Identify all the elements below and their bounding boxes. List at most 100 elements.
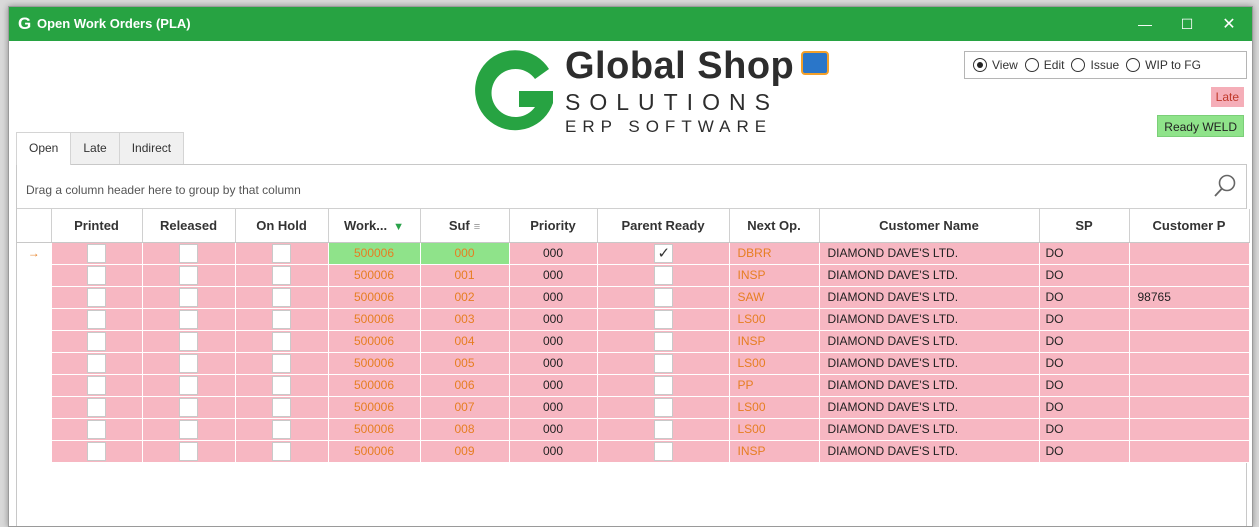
mode-view[interactable]: View: [973, 58, 1018, 72]
column-header-next-op[interactable]: Next Op.: [729, 209, 820, 243]
printed-checkbox[interactable]: [87, 243, 106, 263]
cell-sp[interactable]: DO: [1039, 330, 1130, 353]
cell-sp[interactable]: DO: [1039, 308, 1130, 331]
cell-suffix[interactable]: 007: [420, 396, 510, 419]
minimize-button[interactable]: —: [1126, 7, 1164, 41]
released-checkbox[interactable]: [179, 353, 198, 373]
cell-suffix[interactable]: 005: [420, 352, 510, 375]
printed-checkbox[interactable]: [87, 375, 106, 395]
cell-work-order[interactable]: 500006: [328, 374, 421, 397]
cell-customer-p[interactable]: [1129, 440, 1250, 463]
cell-next-op[interactable]: LS00: [729, 352, 820, 375]
parent-ready-checkbox[interactable]: [653, 265, 673, 285]
cell-suffix[interactable]: 002: [420, 286, 510, 309]
column-header-priority[interactable]: Priority: [509, 209, 598, 243]
cell-work-order[interactable]: 500006: [328, 440, 421, 463]
on-hold-checkbox[interactable]: [272, 309, 291, 329]
table-row[interactable]: 500006 009 000 INSP DIAMOND DAVE'S LTD. DO: [17, 440, 1250, 463]
cell-customer-name[interactable]: DIAMOND DAVE'S LTD.: [819, 374, 1040, 397]
parent-ready-checkbox[interactable]: [653, 309, 673, 329]
on-hold-checkbox[interactable]: [272, 243, 291, 263]
table-row[interactable]: 500006 006 000 PP DIAMOND DAVE'S LTD. DO: [17, 374, 1250, 397]
cell-work-order[interactable]: 500006: [328, 242, 421, 265]
released-checkbox[interactable]: [179, 265, 198, 285]
released-checkbox[interactable]: [179, 441, 198, 461]
tab-open[interactable]: Open: [16, 132, 72, 165]
cell-next-op[interactable]: LS00: [729, 396, 820, 419]
table-row[interactable]: 500006 003 000 LS00 DIAMOND DAVE'S LTD. DO: [17, 308, 1250, 331]
radio-icon[interactable]: [1126, 58, 1141, 72]
cell-customer-p[interactable]: [1129, 242, 1250, 265]
cell-next-op[interactable]: LS00: [729, 308, 820, 331]
cell-priority[interactable]: 000: [509, 264, 598, 287]
tab-late[interactable]: Late: [70, 132, 120, 164]
cell-customer-p[interactable]: [1129, 396, 1250, 419]
maximize-button[interactable]: ☐: [1168, 7, 1206, 41]
cell-customer-p[interactable]: [1129, 330, 1250, 353]
cell-work-order[interactable]: 500006: [328, 286, 421, 309]
cell-customer-name[interactable]: DIAMOND DAVE'S LTD.: [819, 396, 1040, 419]
cell-priority[interactable]: 000: [509, 418, 598, 441]
on-hold-checkbox[interactable]: [272, 441, 291, 461]
cell-customer-name[interactable]: DIAMOND DAVE'S LTD.: [819, 308, 1040, 331]
group-by-area[interactable]: Drag a column header here to group by th…: [17, 165, 1246, 209]
released-checkbox[interactable]: [179, 331, 198, 351]
table-row[interactable]: →500006000000DBRRDIAMOND DAVE'S LTD.DO: [17, 242, 1250, 265]
on-hold-checkbox[interactable]: [272, 375, 291, 395]
cell-work-order[interactable]: 500006: [328, 264, 421, 287]
parent-ready-checkbox[interactable]: [653, 287, 673, 307]
printed-checkbox[interactable]: [87, 287, 106, 307]
on-hold-checkbox[interactable]: [272, 331, 291, 351]
cell-priority[interactable]: 000: [509, 308, 598, 331]
cell-priority[interactable]: 000: [509, 396, 598, 419]
cell-next-op[interactable]: INSP: [729, 440, 820, 463]
mode-wip-to-fg[interactable]: WIP to FG: [1126, 58, 1201, 72]
cell-sp[interactable]: DO: [1039, 242, 1130, 265]
printed-checkbox[interactable]: [87, 331, 106, 351]
printed-checkbox[interactable]: [87, 419, 106, 439]
mode-edit[interactable]: Edit: [1024, 58, 1064, 72]
on-hold-checkbox[interactable]: [272, 353, 291, 373]
cell-sp[interactable]: DO: [1039, 264, 1130, 287]
on-hold-checkbox[interactable]: [272, 397, 291, 417]
parent-ready-checkbox[interactable]: [653, 353, 673, 373]
on-hold-checkbox[interactable]: [272, 419, 291, 439]
cell-next-op[interactable]: SAW: [729, 286, 820, 309]
cell-customer-p[interactable]: [1129, 374, 1250, 397]
cell-customer-p[interactable]: [1129, 264, 1250, 287]
column-header-customer-p[interactable]: Customer P: [1129, 209, 1250, 243]
cell-next-op[interactable]: LS00: [729, 418, 820, 441]
cell-customer-name[interactable]: DIAMOND DAVE'S LTD.: [819, 418, 1040, 441]
cell-customer-name[interactable]: DIAMOND DAVE'S LTD.: [819, 242, 1040, 265]
cell-work-order[interactable]: 500006: [328, 396, 421, 419]
printed-checkbox[interactable]: [87, 353, 106, 373]
cell-customer-p[interactable]: 98765: [1129, 286, 1250, 309]
column-header-work[interactable]: Work... ▼: [328, 209, 421, 243]
released-checkbox[interactable]: [179, 287, 198, 307]
titlebar[interactable]: G Open Work Orders (PLA) — ☐ ✕: [9, 7, 1252, 41]
printed-checkbox[interactable]: [87, 441, 106, 461]
cell-next-op[interactable]: INSP: [729, 264, 820, 287]
column-header-on-hold[interactable]: On Hold: [235, 209, 329, 243]
close-button[interactable]: ✕: [1210, 7, 1248, 41]
cell-priority[interactable]: 000: [509, 286, 598, 309]
cell-sp[interactable]: DO: [1039, 396, 1130, 419]
table-row[interactable]: 500006 005 000 LS00 DIAMOND DAVE'S LTD. DO: [17, 352, 1250, 375]
printed-checkbox[interactable]: [87, 309, 106, 329]
cell-next-op[interactable]: DBRR: [729, 242, 820, 265]
radio-icon[interactable]: [1071, 58, 1086, 72]
table-row[interactable]: 500006 004 000 INSP DIAMOND DAVE'S LTD. DO: [17, 330, 1250, 353]
cell-suffix[interactable]: 009: [420, 440, 510, 463]
printed-checkbox[interactable]: [87, 397, 106, 417]
cell-sp[interactable]: DO: [1039, 440, 1130, 463]
table-row[interactable]: 500006 001 000 INSP DIAMOND DAVE'S LTD. DO: [17, 264, 1250, 287]
parent-ready-checkbox[interactable]: [653, 375, 673, 395]
cell-customer-p[interactable]: [1129, 308, 1250, 331]
cell-sp[interactable]: DO: [1039, 352, 1130, 375]
on-hold-checkbox[interactable]: [272, 287, 291, 307]
cell-work-order[interactable]: 500006: [328, 352, 421, 375]
cell-work-order[interactable]: 500006: [328, 330, 421, 353]
printed-checkbox[interactable]: [87, 265, 106, 285]
cell-suffix[interactable]: 001: [420, 264, 510, 287]
released-checkbox[interactable]: [179, 397, 198, 417]
